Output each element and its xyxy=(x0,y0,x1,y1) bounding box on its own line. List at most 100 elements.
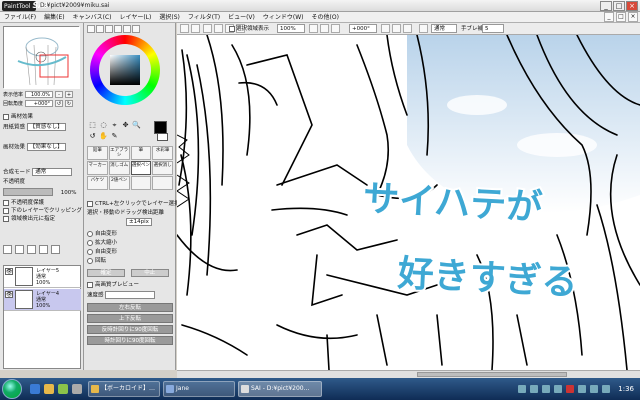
source-checkbox[interactable] xyxy=(3,215,9,222)
tool-brush[interactable]: 筆 xyxy=(130,146,152,160)
volume-icon[interactable] xyxy=(602,385,611,393)
tray-icon-1[interactable] xyxy=(518,385,527,393)
background-color-swatch[interactable] xyxy=(157,133,168,141)
media-icon[interactable] xyxy=(58,384,68,394)
clock[interactable]: 1:36 xyxy=(618,385,634,393)
canvas-rotate-cw-icon[interactable] xyxy=(392,24,401,33)
canvas-angle-field[interactable]: +000° xyxy=(349,24,377,33)
menu-other[interactable]: その他(O) xyxy=(308,12,343,22)
drag-distance-value[interactable]: ±14pix xyxy=(126,218,152,226)
paper-texture-dropdown[interactable]: 【質感なし】 xyxy=(26,123,66,131)
tool-eraser[interactable]: 消しゴム xyxy=(108,161,130,175)
scrollbar-thumb[interactable] xyxy=(417,372,567,377)
menu-file[interactable]: ファイル(F) xyxy=(0,12,40,22)
redo-icon[interactable] xyxy=(191,24,200,33)
eye-icon[interactable]: 👁 xyxy=(5,268,13,275)
tray-icon-7[interactable] xyxy=(590,385,599,393)
speed-dropdown[interactable] xyxy=(105,291,156,299)
tray-icon-6[interactable] xyxy=(578,385,587,393)
taskbar-item-sai[interactable]: SAI - D:¥pict¥200… xyxy=(238,381,322,397)
cancel-button[interactable]: 中止 xyxy=(130,269,169,277)
layer-row[interactable]: 👁 レイヤー5 通常 100% xyxy=(4,266,81,288)
ctrl-click-checkbox[interactable] xyxy=(87,200,93,207)
hq-preview-checkbox[interactable] xyxy=(87,281,93,288)
desktop-icon[interactable] xyxy=(72,384,82,394)
menu-window[interactable]: ウィンドウ(W) xyxy=(259,12,308,22)
tool-bucket[interactable]: バケツ xyxy=(87,176,108,190)
taskbar-item-browser[interactable]: 【ボーカロイド】… xyxy=(88,381,160,397)
zoom-in-button[interactable]: + xyxy=(65,91,74,98)
tool-watercolor[interactable]: 水彩筆 xyxy=(152,146,173,160)
start-button[interactable] xyxy=(2,379,22,399)
tool-marker[interactable]: マーカー xyxy=(87,161,108,175)
tool-airbrush[interactable]: エアブラシ xyxy=(108,146,130,160)
menu-filter[interactable]: フィルタ(T) xyxy=(184,12,224,22)
tool-pencil[interactable]: 鉛筆 xyxy=(87,146,108,160)
tray-icon-3[interactable] xyxy=(542,385,551,393)
canvas-zoom-minus-icon[interactable] xyxy=(309,24,318,33)
free-transform-2-radio[interactable] xyxy=(87,248,93,255)
selection-view-checkbox[interactable] xyxy=(229,25,235,32)
invert-select-icon[interactable] xyxy=(214,24,223,33)
canvas-zoom-field[interactable]: 100% xyxy=(277,24,305,33)
ie-icon[interactable] xyxy=(30,384,40,394)
new-layer-icon[interactable] xyxy=(3,245,12,254)
layer-row[interactable]: 👁 レイヤー4 通常 100% xyxy=(4,289,81,311)
color-wheel[interactable] xyxy=(90,35,160,105)
color-wheel-mode-icon[interactable] xyxy=(87,25,95,33)
navigator-preview[interactable] xyxy=(3,26,80,89)
delete-layer-icon[interactable] xyxy=(51,245,60,254)
menu-view[interactable]: ビュー(V) xyxy=(224,12,259,22)
eyedropper-icon[interactable]: ✎ xyxy=(110,132,119,141)
canvas-close-button[interactable]: × xyxy=(628,12,638,22)
horizontal-scrollbar[interactable] xyxy=(177,370,640,378)
tool-empty-1[interactable] xyxy=(130,176,152,190)
canvas-blend-dropdown[interactable]: 通常 xyxy=(431,24,457,33)
undo-icon[interactable] xyxy=(180,24,189,33)
palette-icon[interactable] xyxy=(114,25,122,33)
rotate-cw-90-button[interactable]: 時計回りに90度回転 xyxy=(87,336,173,345)
tool-binary-pen[interactable]: 2値ペン xyxy=(108,176,130,190)
swatch-icon[interactable] xyxy=(123,25,131,33)
new-folder-icon[interactable] xyxy=(15,245,24,254)
scratch-pad-icon[interactable] xyxy=(132,25,140,33)
zoom-icon[interactable]: 🔍 xyxy=(132,121,141,130)
close-button[interactable]: × xyxy=(626,1,638,11)
opacity-slider[interactable] xyxy=(3,188,53,196)
hsv-slider-icon[interactable] xyxy=(105,25,113,33)
menu-canvas[interactable]: キャンバス(C) xyxy=(69,12,116,22)
drawing-canvas[interactable]: サイハテが 好きすぎる xyxy=(177,35,640,370)
blend-mode-dropdown[interactable]: 通常 xyxy=(32,168,73,176)
eye-icon[interactable]: 👁 xyxy=(5,291,13,298)
merge-layer-icon[interactable] xyxy=(39,245,48,254)
menu-layer[interactable]: レイヤー(L) xyxy=(116,12,156,22)
canvas-rotate-reset-icon[interactable] xyxy=(403,24,412,33)
hand-icon[interactable]: ✋ xyxy=(99,132,108,141)
menu-edit[interactable]: 編集(E) xyxy=(40,12,68,22)
effect-dropdown[interactable]: 【効果なし】 xyxy=(26,143,66,151)
stabilizer-dropdown[interactable]: 5 xyxy=(482,24,504,33)
flip-vertical-button[interactable]: 上下反転 xyxy=(87,314,173,323)
taskbar-item-jane[interactable]: Jane xyxy=(163,381,235,397)
protect-opacity-checkbox[interactable] xyxy=(3,199,9,206)
tray-icon-5[interactable] xyxy=(566,385,575,393)
menu-select[interactable]: 選択(S) xyxy=(155,12,184,22)
tray-icon-2[interactable] xyxy=(530,385,539,393)
rotate-radio[interactable] xyxy=(87,257,93,264)
explorer-icon[interactable] xyxy=(44,384,54,394)
flip-horizontal-button[interactable]: 左右反転 xyxy=(87,303,173,312)
canvas-maximize-button[interactable]: □ xyxy=(616,12,626,22)
maximize-button[interactable]: □ xyxy=(613,1,625,11)
rotate-icon[interactable]: ↺ xyxy=(88,132,97,141)
ok-button[interactable]: 確定 xyxy=(87,269,125,277)
zoom-value[interactable]: 100.0% xyxy=(25,91,54,98)
rotate-cw-button[interactable]: ↻ xyxy=(65,100,74,107)
clipping-checkbox[interactable] xyxy=(3,207,9,214)
rgb-slider-icon[interactable] xyxy=(96,25,104,33)
zoom-out-button[interactable]: - xyxy=(55,91,64,98)
deselect-icon[interactable] xyxy=(203,24,212,33)
tool-select-eraser[interactable]: 選択消し xyxy=(152,161,173,175)
effects-toggle[interactable] xyxy=(3,113,9,120)
canvas-flip-icon[interactable] xyxy=(419,24,428,33)
rotate-value[interactable]: +000° xyxy=(25,100,54,107)
